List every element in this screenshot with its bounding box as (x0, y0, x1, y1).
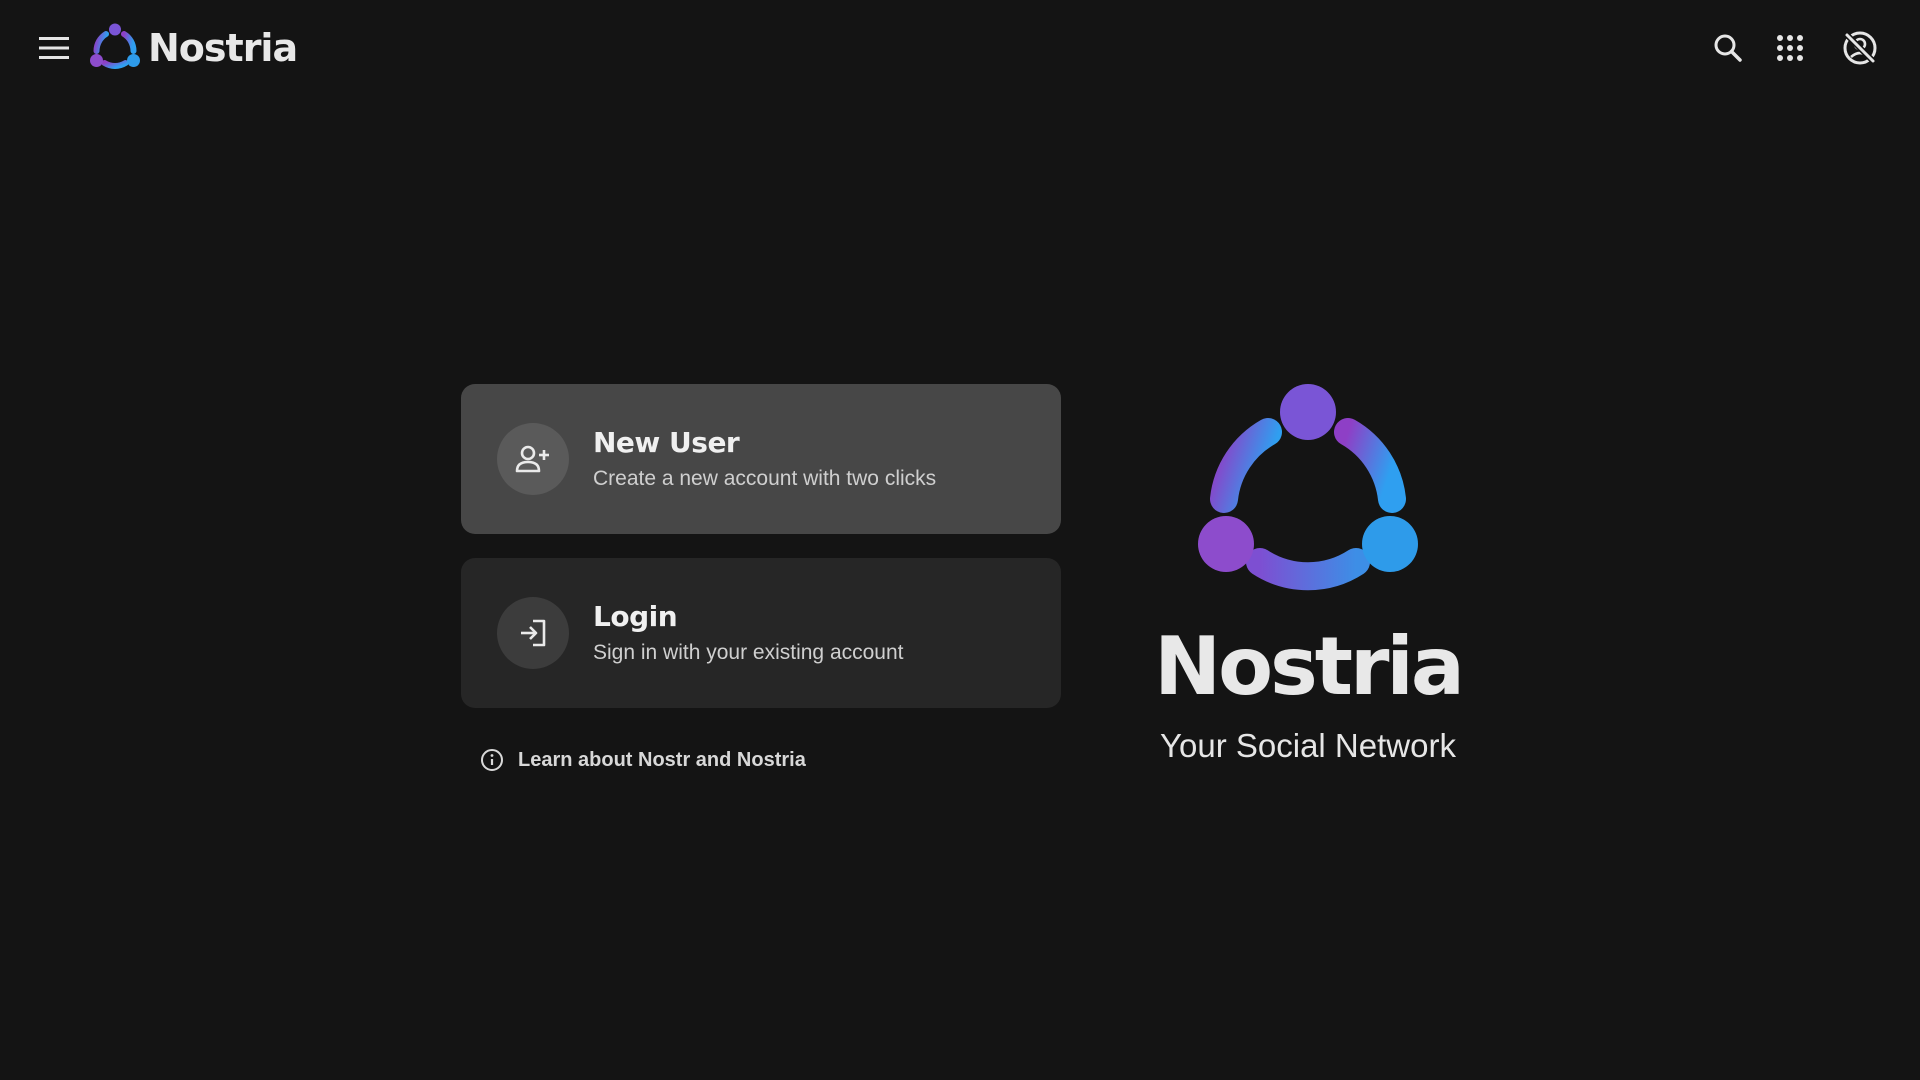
learn-about-label: Learn about Nostr and Nostria (518, 748, 806, 771)
apps-button[interactable] (1762, 20, 1818, 76)
search-button[interactable] (1700, 20, 1756, 76)
auth-options: New User Create a new account with two c… (461, 384, 1061, 708)
brand-name: Nostria (148, 26, 298, 70)
new-user-icon-circle (497, 423, 569, 495)
menu-button[interactable] (26, 20, 82, 76)
info-icon (481, 749, 503, 771)
new-user-title: New User (593, 426, 740, 459)
learn-about-link[interactable]: Learn about Nostr and Nostria (480, 748, 806, 772)
person-add-icon (515, 445, 549, 473)
login-card[interactable]: Login Sign in with your existing account (461, 558, 1061, 708)
hero-title: Nostria (1154, 620, 1465, 713)
new-user-card[interactable]: New User Create a new account with two c… (461, 384, 1061, 534)
apps-grid-icon (1777, 35, 1803, 61)
new-user-text: New User Create a new account with two c… (593, 426, 936, 492)
top-app-bar: Nostria (0, 0, 1920, 96)
login-title: Login (593, 600, 678, 633)
login-icon-circle (497, 597, 569, 669)
account-button[interactable] (1832, 20, 1888, 76)
menu-icon (39, 37, 69, 59)
search-icon (1714, 34, 1742, 62)
hero-tagline: Your Social Network (1160, 727, 1456, 764)
topbar-left: Nostria (0, 0, 298, 96)
brand-home-link[interactable]: Nostria (90, 23, 298, 73)
topbar-actions (1694, 0, 1888, 96)
nostria-logo-icon (90, 23, 140, 69)
account-off-icon (1843, 31, 1877, 65)
login-subtitle: Sign in with your existing account (593, 641, 904, 664)
login-icon (521, 619, 546, 647)
hero-branding: Nostria Your Social Network (1108, 384, 1508, 766)
new-user-subtitle: Create a new account with two clicks (593, 467, 937, 490)
login-text: Login Sign in with your existing account (593, 600, 904, 666)
nostria-hero-logo-icon (1198, 384, 1418, 591)
